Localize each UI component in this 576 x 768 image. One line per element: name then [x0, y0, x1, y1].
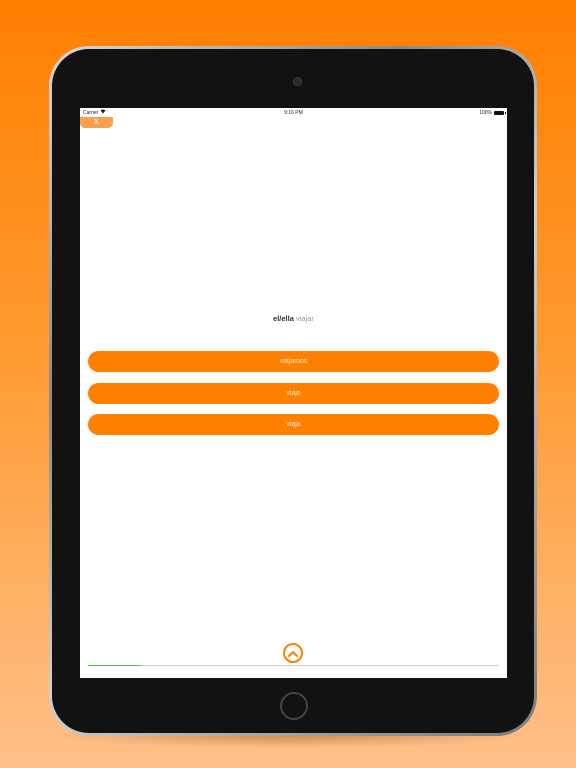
chevron-up-icon [288, 650, 298, 657]
prompt-verb: viajar [296, 314, 314, 323]
battery-icon [494, 111, 506, 115]
answer-button-3[interactable]: viaja [88, 414, 499, 435]
app-screen: Carrier 9:16 PM 100% X el/ella viajar vi… [80, 108, 507, 678]
expand-button[interactable] [283, 643, 303, 663]
answer-button-1[interactable]: viajamos [88, 351, 499, 372]
camera-icon [293, 77, 302, 86]
conjugation-prompt: el/ella viajar [80, 314, 507, 323]
status-time: 9:16 PM [284, 110, 303, 116]
home-button[interactable] [280, 692, 308, 720]
battery-percent: 100% [479, 110, 492, 116]
close-button[interactable]: X [80, 117, 113, 128]
status-bar: Carrier 9:16 PM 100% [80, 108, 507, 118]
progress-fill [88, 665, 142, 666]
progress-bar [88, 665, 499, 666]
prompt-subject: el/ella [273, 314, 294, 323]
answer-button-2[interactable]: viajo [88, 383, 499, 404]
status-right: 100% [479, 108, 506, 118]
